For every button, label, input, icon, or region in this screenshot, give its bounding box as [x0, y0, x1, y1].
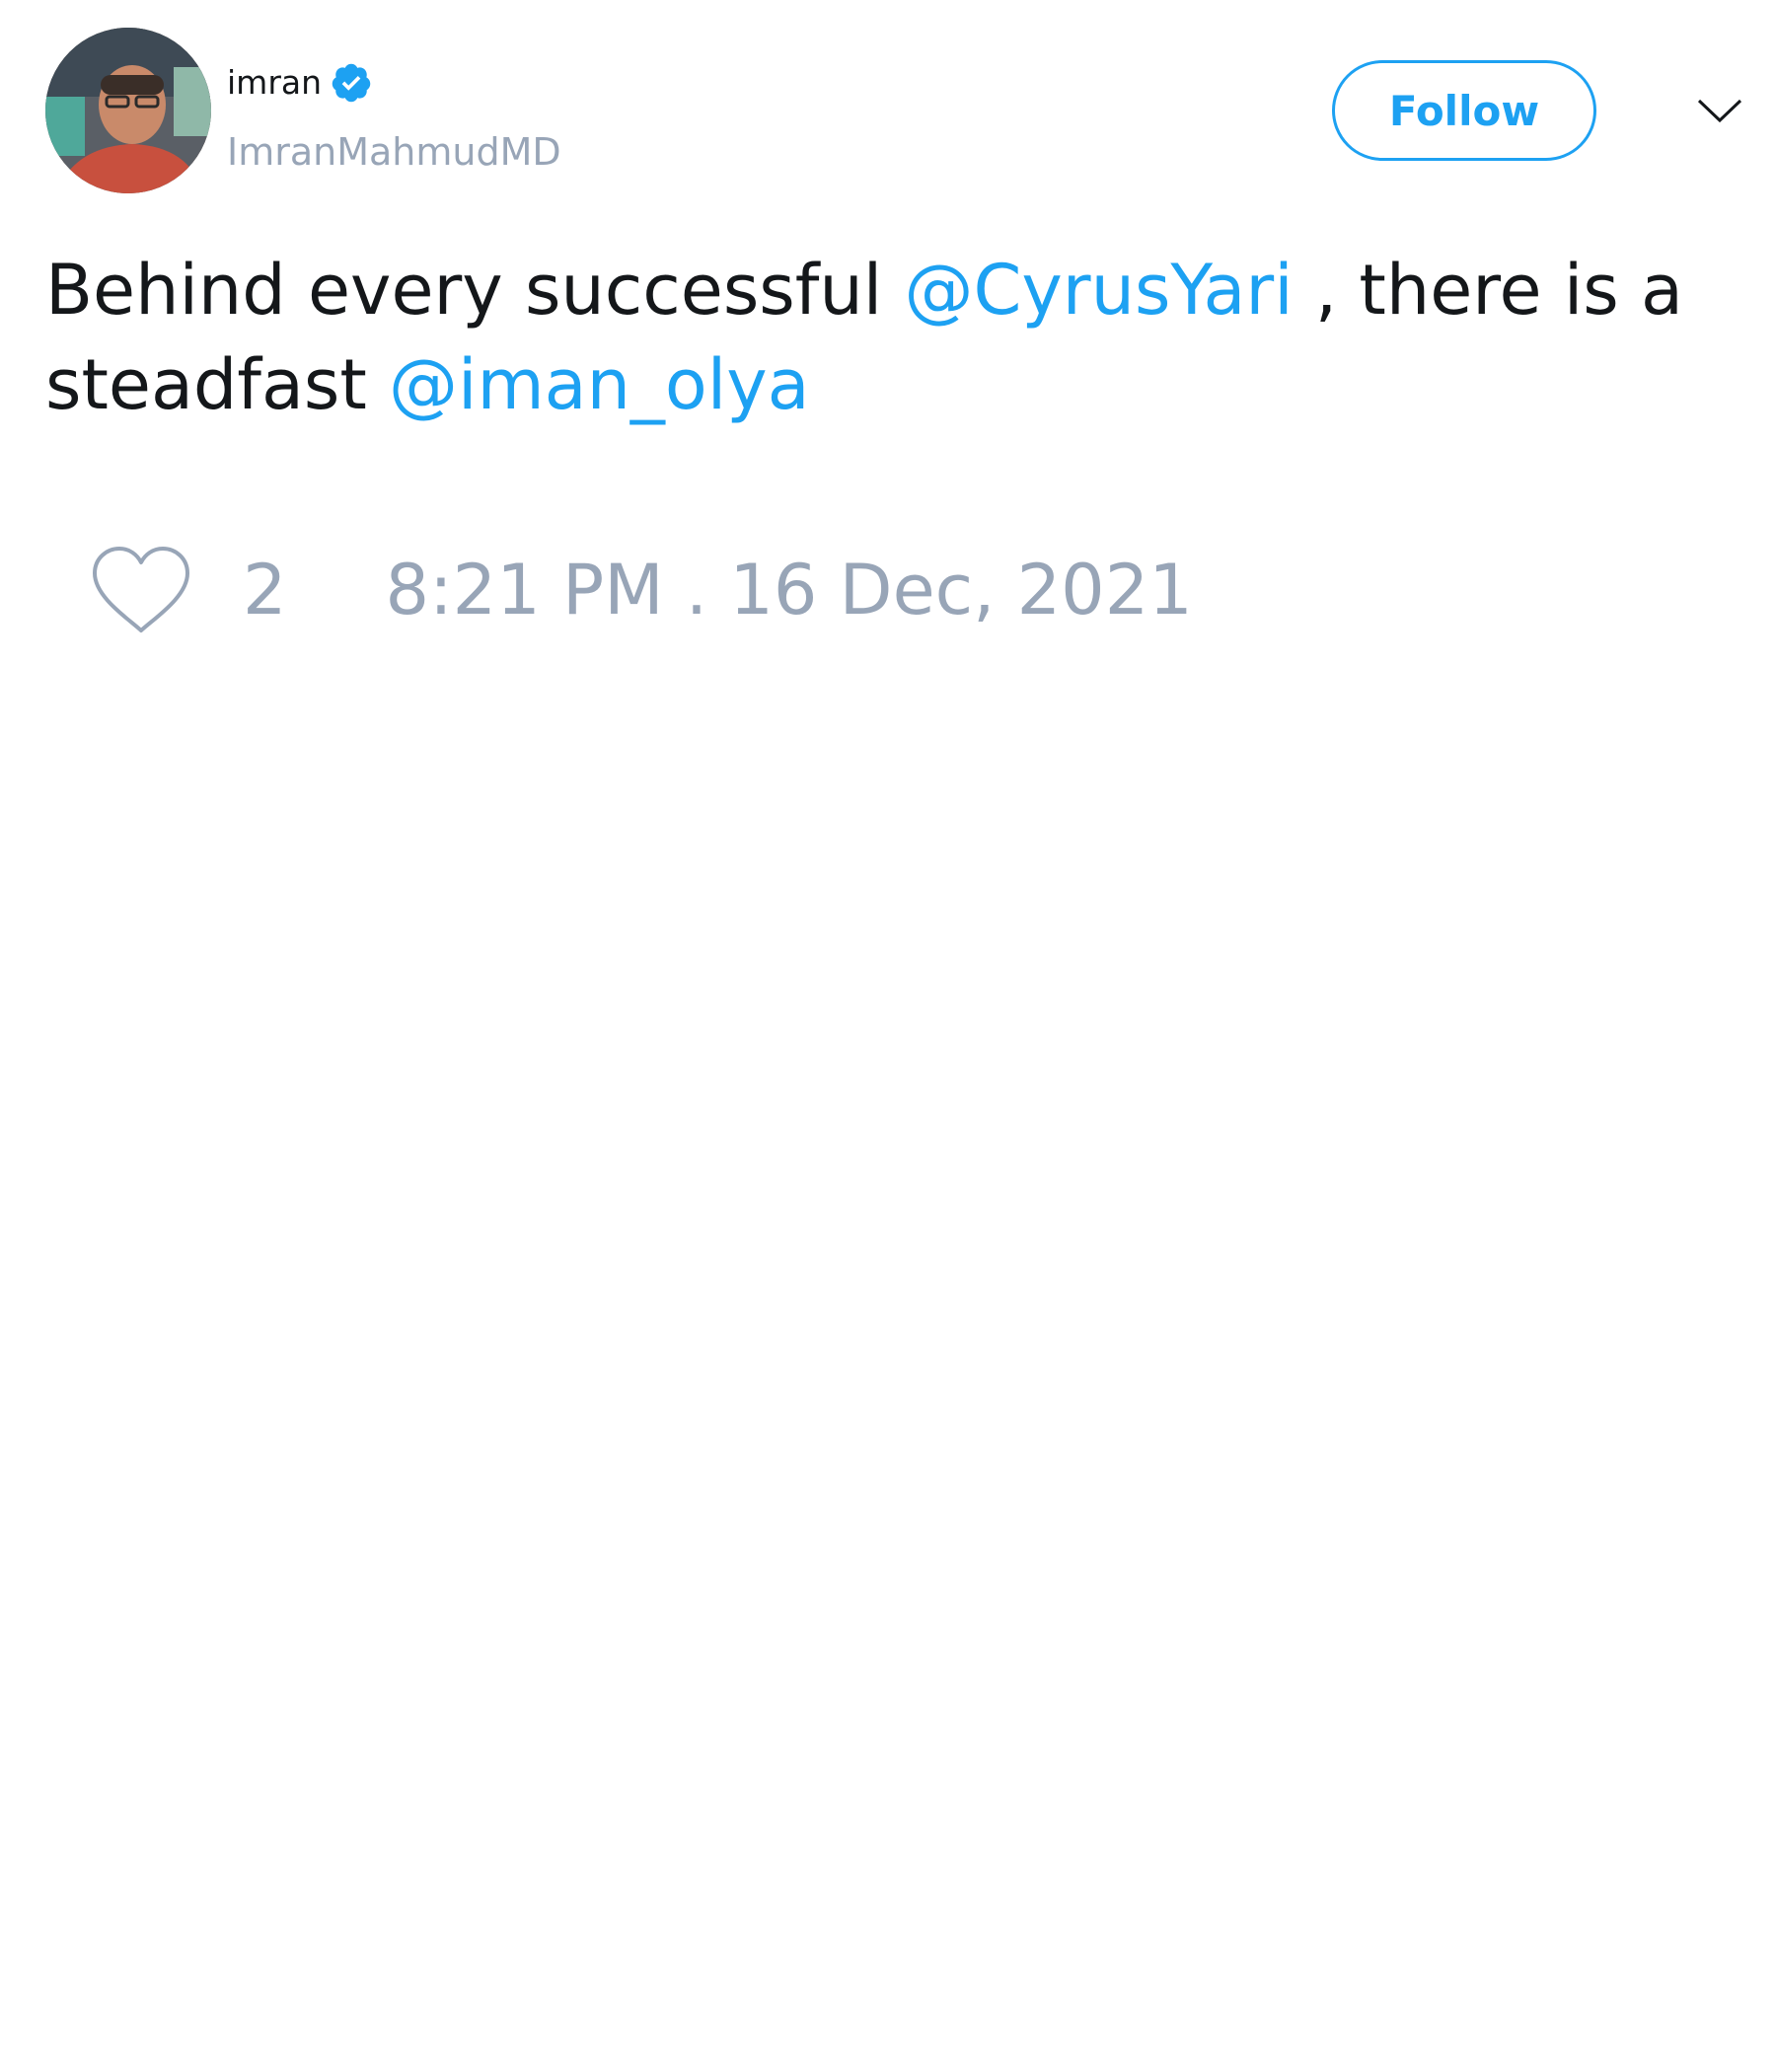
- mention-link-cyrusyari[interactable]: @CyrusYari: [905, 250, 1294, 331]
- like-count: 2: [243, 550, 287, 630]
- tweet-card: imran ImranMahmudMD Follow Behind every …: [0, 0, 1776, 2072]
- tweet-footer: 2 8:21 PM . 16 Dec, 2021: [89, 541, 1193, 639]
- author-handle[interactable]: ImranMahmudMD: [227, 128, 561, 176]
- tweet-text-part: Behind every successful: [45, 250, 905, 331]
- author-name-row: imran: [227, 61, 373, 105]
- tweet-timestamp[interactable]: 8:21 PM . 16 Dec, 2021: [386, 550, 1193, 630]
- chevron-down-icon[interactable]: [1695, 91, 1744, 130]
- tweet-text: Behind every successful @CyrusYari , the…: [45, 243, 1723, 432]
- avatar-image: [45, 28, 211, 193]
- verified-badge-icon: [330, 61, 373, 105]
- follow-button[interactable]: Follow: [1332, 60, 1596, 161]
- mention-link-iman-olya[interactable]: @iman_olya: [389, 344, 810, 425]
- author-name[interactable]: imran: [227, 61, 322, 105]
- avatar[interactable]: [45, 28, 211, 193]
- heart-icon[interactable]: [89, 544, 193, 636]
